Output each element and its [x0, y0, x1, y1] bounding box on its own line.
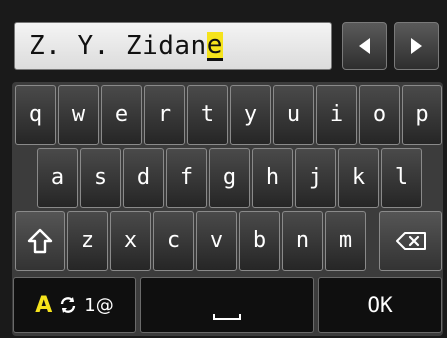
key-label: i — [329, 102, 344, 127]
key-s[interactable]: s — [80, 148, 121, 208]
key-d[interactable]: d — [123, 148, 164, 208]
key-label: g — [222, 165, 237, 190]
key-e[interactable]: e — [101, 85, 142, 145]
key-m[interactable]: m — [325, 211, 366, 271]
key-label: s — [93, 165, 108, 190]
ok-button[interactable]: OK — [318, 277, 442, 333]
key-z[interactable]: z — [67, 211, 108, 271]
key-j[interactable]: j — [295, 148, 336, 208]
key-label: n — [295, 228, 310, 253]
text-input-field[interactable]: Z. Y. Zidan e — [14, 22, 332, 70]
key-label: y — [243, 102, 258, 127]
key-o[interactable]: o — [359, 85, 400, 145]
key-label: r — [157, 102, 172, 127]
key-f[interactable]: f — [166, 148, 207, 208]
key-l[interactable]: l — [381, 148, 422, 208]
key-label: j — [308, 165, 323, 190]
key-b[interactable]: b — [239, 211, 280, 271]
key-p[interactable]: p — [402, 85, 442, 145]
key-a[interactable]: a — [37, 148, 78, 208]
key-label: q — [28, 102, 43, 127]
key-y[interactable]: y — [230, 85, 271, 145]
input-text: Z. Y. Zidan — [29, 31, 207, 61]
key-label: x — [123, 228, 138, 253]
key-n[interactable]: n — [282, 211, 323, 271]
key-u[interactable]: u — [273, 85, 314, 145]
keyboard-screen: Z. Y. Zidan e q w e r t y u i o p a s d f… — [0, 0, 447, 338]
backspace-icon — [395, 232, 426, 250]
space-icon — [213, 314, 241, 320]
input-mode-button[interactable]: A 1@ — [13, 277, 136, 333]
key-label: p — [415, 102, 429, 127]
key-label: w — [71, 102, 86, 127]
key-q[interactable]: q — [15, 85, 56, 145]
key-label: z — [80, 228, 95, 253]
key-label: v — [209, 228, 224, 253]
key-label: a — [50, 165, 65, 190]
key-v[interactable]: v — [196, 211, 237, 271]
key-t[interactable]: t — [187, 85, 228, 145]
key-label: d — [136, 165, 151, 190]
key-label: u — [286, 102, 301, 127]
shift-button[interactable] — [15, 211, 65, 271]
key-label: h — [265, 165, 280, 190]
key-h[interactable]: h — [252, 148, 293, 208]
key-label: k — [351, 165, 366, 190]
cursor-right-button[interactable] — [394, 22, 439, 70]
key-x[interactable]: x — [110, 211, 151, 271]
mode-next-label: 1@ — [84, 294, 114, 316]
cursor-left-button[interactable] — [342, 22, 387, 70]
backspace-button[interactable] — [379, 211, 442, 271]
key-label: e — [114, 102, 129, 127]
space-button[interactable] — [140, 277, 314, 333]
shift-arrow-icon — [27, 228, 53, 254]
key-label: l — [394, 165, 409, 190]
key-c[interactable]: c — [153, 211, 194, 271]
key-i[interactable]: i — [316, 85, 357, 145]
input-caret-char: e — [206, 29, 223, 61]
key-r[interactable]: r — [144, 85, 185, 145]
key-k[interactable]: k — [338, 148, 379, 208]
keyboard-panel: q w e r t y u i o p a s d f g h j k l z … — [12, 82, 443, 336]
left-triangle-icon — [359, 38, 370, 54]
mode-current-label: A — [35, 292, 53, 318]
switch-cycle-icon — [61, 297, 76, 313]
key-label: b — [252, 228, 267, 253]
key-label: f — [179, 165, 194, 190]
key-label: o — [372, 102, 387, 127]
ok-label: OK — [367, 293, 393, 317]
key-label: c — [166, 228, 181, 253]
key-label: t — [200, 102, 215, 127]
key-label: m — [338, 228, 353, 253]
key-w[interactable]: w — [58, 85, 99, 145]
key-g[interactable]: g — [209, 148, 250, 208]
right-triangle-icon — [411, 38, 422, 54]
